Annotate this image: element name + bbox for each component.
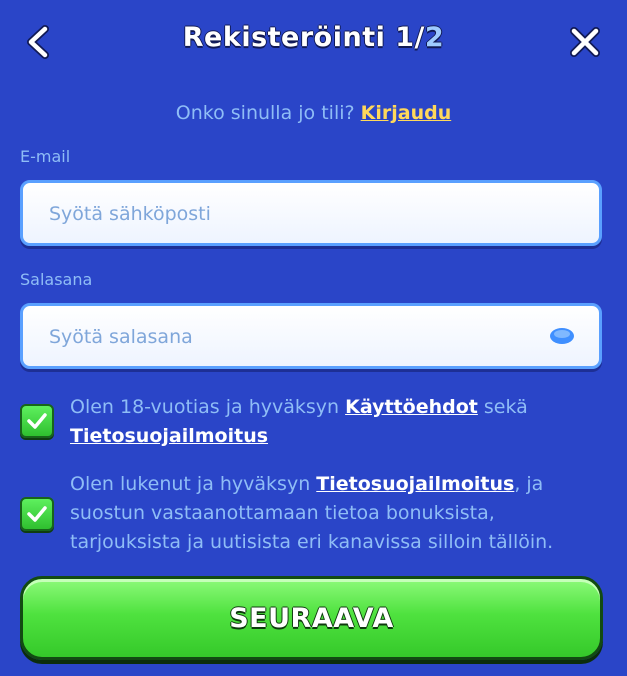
terms-checkbox[interactable] <box>20 404 54 438</box>
email-field[interactable] <box>47 183 551 245</box>
privacy-link[interactable]: Tietosuojailmoitus <box>70 425 268 447</box>
close-icon <box>570 27 600 57</box>
marketing-consent-text: Olen lukenut ja hyväksyn Tietosuojailmoi… <box>70 470 600 557</box>
password-label: Salasana <box>20 270 93 289</box>
terms-text-middle: sekä <box>477 396 528 418</box>
login-link[interactable]: Kirjaudu <box>361 102 452 124</box>
terms-link[interactable]: Käyttöehdot <box>345 396 478 418</box>
terms-text-start: Olen 18-vuotias ja hyväksyn <box>70 396 346 418</box>
password-field-container <box>20 303 602 369</box>
login-prompt-text: Onko sinulla jo tili? <box>175 102 361 124</box>
terms-consent-text: Olen 18-vuotias ja hyväksyn Käyttöehdot … <box>70 393 600 451</box>
title-step-total: 2 <box>424 22 445 53</box>
email-field-container <box>20 180 602 246</box>
registration-screen: Rekisteröinti 1/2 Onko sinulla jo tili? … <box>0 0 627 676</box>
checkmark-icon <box>27 506 47 522</box>
checkmark-icon <box>27 413 47 429</box>
title-step: Rekisteröinti 1/ <box>182 22 425 53</box>
page-title: Rekisteröinti 1/2 <box>0 22 627 53</box>
marketing-text-start: Olen lukenut ja hyväksyn <box>70 473 317 495</box>
eye-icon[interactable] <box>549 327 575 345</box>
marketing-privacy-link[interactable]: Tietosuojailmoitus <box>316 473 514 495</box>
next-button[interactable]: SEURAAVA <box>20 576 603 660</box>
marketing-checkbox[interactable] <box>20 497 54 531</box>
email-label: E-mail <box>20 147 71 166</box>
close-button[interactable] <box>565 22 605 62</box>
header: Rekisteröinti 1/2 <box>0 0 627 84</box>
password-field[interactable] <box>47 306 551 368</box>
login-prompt: Onko sinulla jo tili? Kirjaudu <box>0 102 627 124</box>
next-button-label: SEURAAVA <box>229 602 394 634</box>
